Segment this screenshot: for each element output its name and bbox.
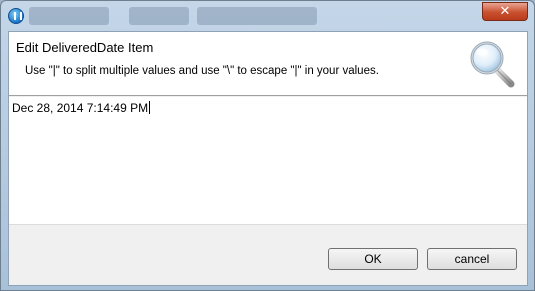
close-icon: ✕ bbox=[499, 4, 511, 19]
dialog-message: Use "|" to split multiple values and use… bbox=[25, 65, 379, 77]
dialog-window: ✕ Edit DeliveredDate Item Use "|" to spl… bbox=[0, 0, 535, 291]
cancel-button[interactable]: cancel bbox=[427, 248, 517, 270]
magnifier-icon bbox=[470, 41, 515, 88]
button-bar: OK cancel bbox=[9, 226, 527, 285]
title-bar[interactable]: ✕ bbox=[1, 1, 534, 31]
dialog-title: Edit DeliveredDate Item bbox=[16, 40, 154, 55]
ok-button[interactable]: OK bbox=[328, 248, 418, 270]
dialog-header: Edit DeliveredDate Item Use "|" to split… bbox=[9, 32, 527, 96]
background-window-tab bbox=[129, 7, 189, 25]
background-window-tab bbox=[197, 7, 317, 25]
dialog-body: Edit DeliveredDate Item Use "|" to split… bbox=[8, 31, 528, 286]
text-caret bbox=[149, 101, 151, 114]
value-text: Dec 28, 2014 7:14:49 PM bbox=[12, 101, 149, 115]
value-textarea[interactable]: Dec 28, 2014 7:14:49 PM bbox=[9, 97, 527, 225]
background-window-tab bbox=[29, 7, 109, 25]
close-button[interactable]: ✕ bbox=[482, 2, 528, 21]
app-icon bbox=[8, 8, 24, 24]
